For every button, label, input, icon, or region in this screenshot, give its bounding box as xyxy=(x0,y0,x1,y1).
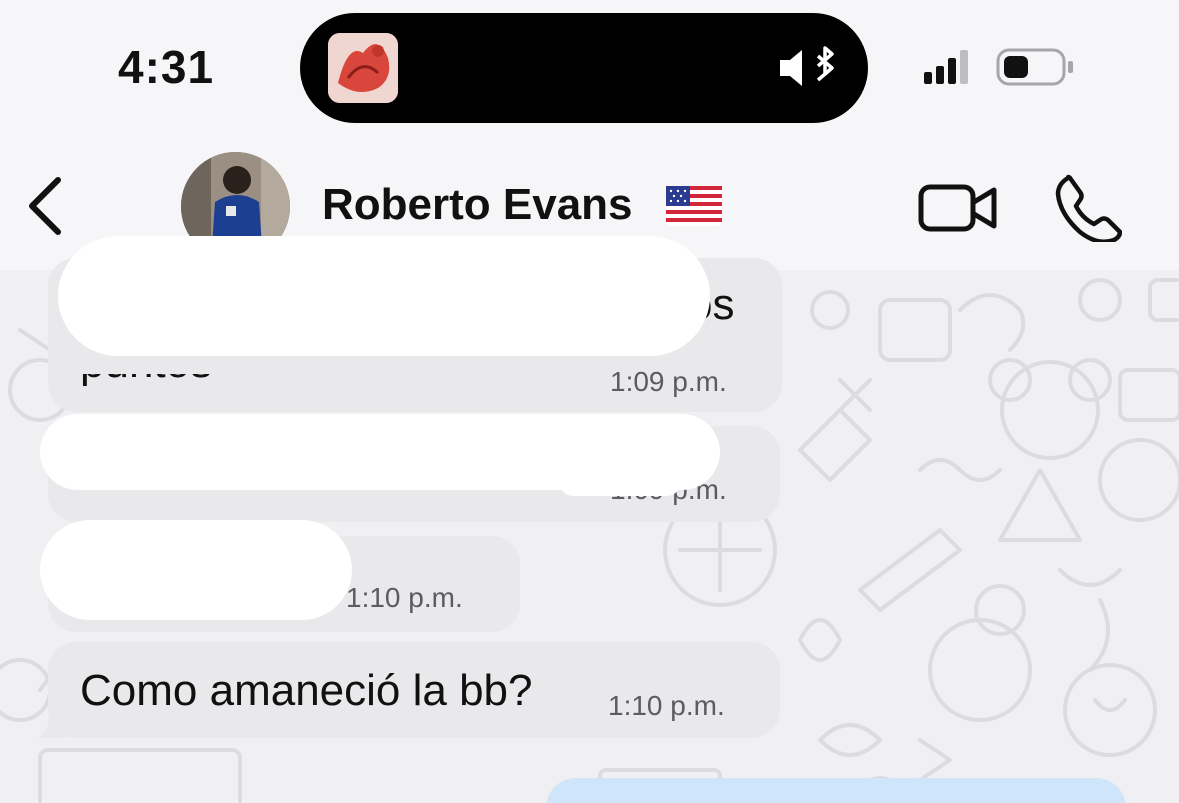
outgoing-message-bubble[interactable] xyxy=(546,778,1126,803)
message-text: Como amaneció la bb? xyxy=(80,666,533,715)
incoming-message-bubble[interactable]: Como amaneció la bb? 1:10 p.m. xyxy=(36,642,780,738)
redaction-scribble xyxy=(58,236,710,356)
redaction-scribble xyxy=(40,520,352,620)
contact-name[interactable]: Roberto Evans xyxy=(322,180,633,230)
message-timestamp: 1:10 p.m. xyxy=(346,582,463,613)
bubble-tail xyxy=(36,708,66,738)
chat-screen: 4:31 Roberto Evans os puntos 1:09 p.m. p… xyxy=(0,0,1179,803)
phone-icon[interactable] xyxy=(1054,174,1122,242)
back-chevron-icon[interactable] xyxy=(20,174,70,238)
cellular-signal-icon xyxy=(924,50,968,84)
now-playing-artwork[interactable] xyxy=(328,33,398,103)
artwork-image xyxy=(328,33,398,103)
battery-icon xyxy=(996,48,1073,86)
redaction-scribble xyxy=(560,470,680,496)
video-camera-icon[interactable] xyxy=(918,182,998,234)
message-timestamp: 1:10 p.m. xyxy=(608,690,725,721)
speaker-bluetooth-icon xyxy=(780,46,834,86)
message-timestamp: 1:09 p.m. xyxy=(610,366,727,397)
dynamic-island[interactable] xyxy=(300,13,868,123)
status-bar-time: 4:31 xyxy=(118,41,215,93)
us-flag-icon xyxy=(666,186,722,226)
